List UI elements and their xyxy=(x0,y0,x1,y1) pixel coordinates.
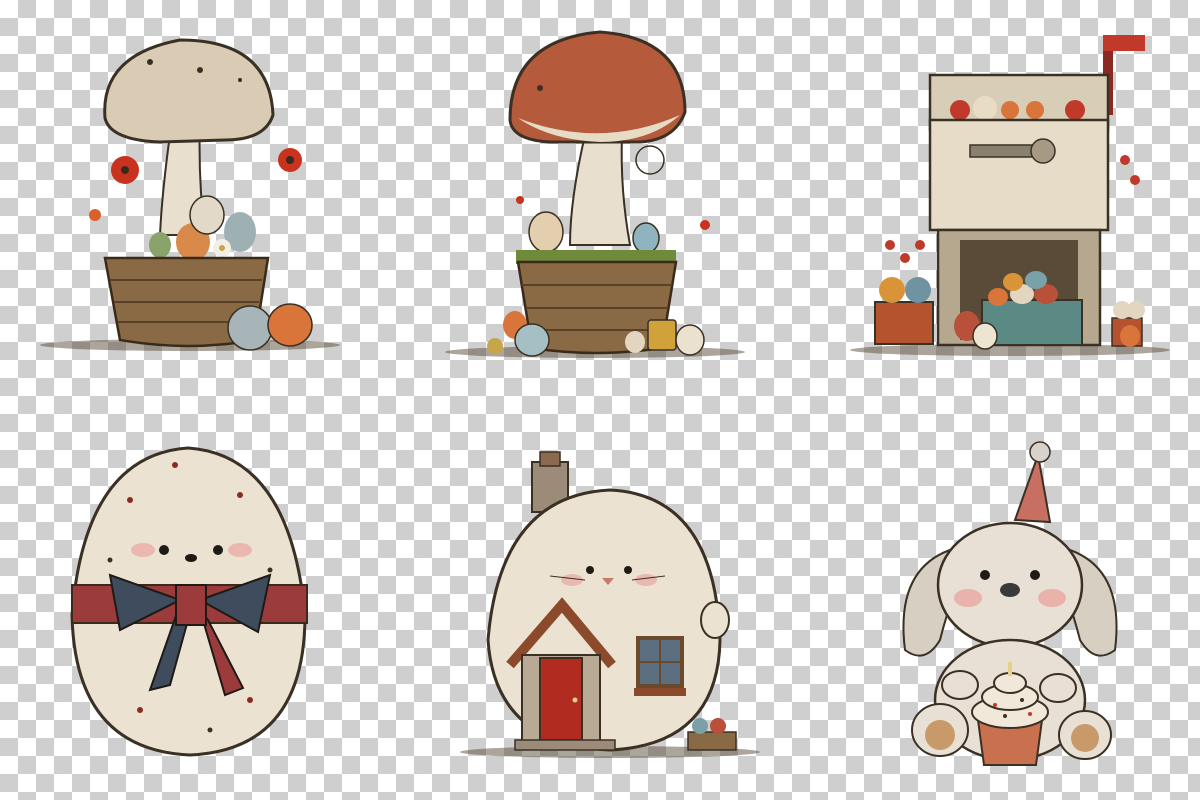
egg-with-bow-illustration xyxy=(0,400,400,800)
bunny-cupcake-illustration xyxy=(800,400,1200,800)
red-mushroom-basket-illustration xyxy=(400,0,800,400)
mailbox-eggs-illustration xyxy=(800,0,1200,400)
egg-cottage-illustration xyxy=(400,400,800,800)
beige-mushroom-basket-illustration xyxy=(0,0,400,400)
illustration-grid xyxy=(0,0,1200,800)
